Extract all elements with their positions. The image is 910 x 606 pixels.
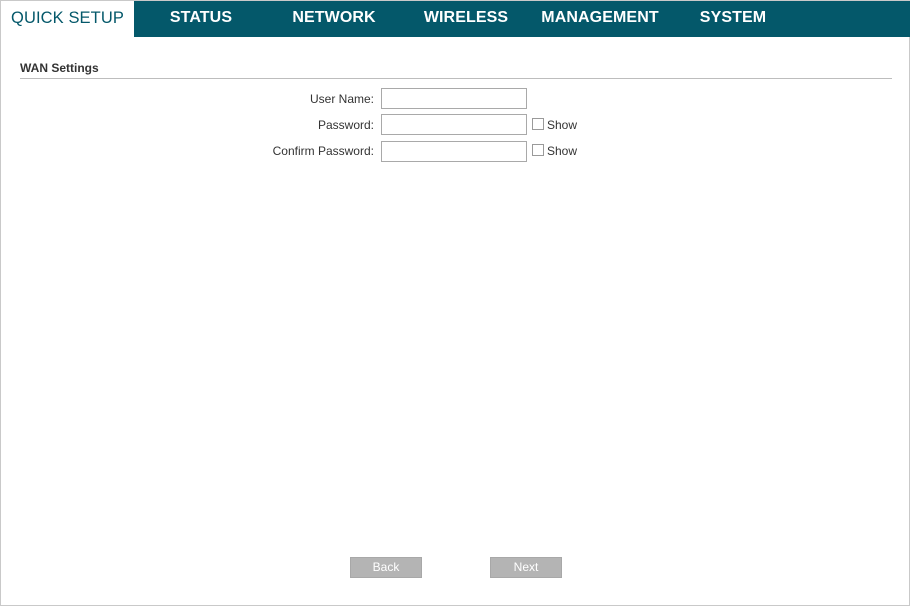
show-password-checkbox[interactable] [532, 118, 544, 130]
tab-status[interactable]: STATUS [151, 1, 251, 37]
username-input[interactable] [381, 88, 527, 109]
confirm-password-label: Confirm Password: [272, 144, 374, 158]
confirm-password-input[interactable] [381, 141, 527, 162]
next-button[interactable]: Next [490, 557, 562, 578]
top-navigation: QUICK SETUP STATUS NETWORK WIRELESS MANA… [1, 1, 910, 37]
section-divider [20, 78, 892, 79]
show-confirm-password-checkbox[interactable] [532, 144, 544, 156]
password-label: Password: [317, 118, 374, 132]
tab-network[interactable]: NETWORK [279, 1, 389, 37]
tab-management[interactable]: MANAGEMENT [531, 1, 669, 37]
username-label: User Name: [309, 92, 374, 106]
show-confirm-password-label[interactable]: Show [547, 144, 577, 158]
tab-wireless[interactable]: WIRELESS [411, 1, 521, 37]
section-title: WAN Settings [20, 61, 99, 75]
show-password-label[interactable]: Show [547, 118, 577, 132]
tab-quick-setup[interactable]: QUICK SETUP [1, 1, 134, 37]
page-frame: QUICK SETUP STATUS NETWORK WIRELESS MANA… [0, 0, 910, 606]
password-input[interactable] [381, 114, 527, 135]
tab-system[interactable]: SYSTEM [687, 1, 779, 37]
back-button[interactable]: Back [350, 557, 422, 578]
